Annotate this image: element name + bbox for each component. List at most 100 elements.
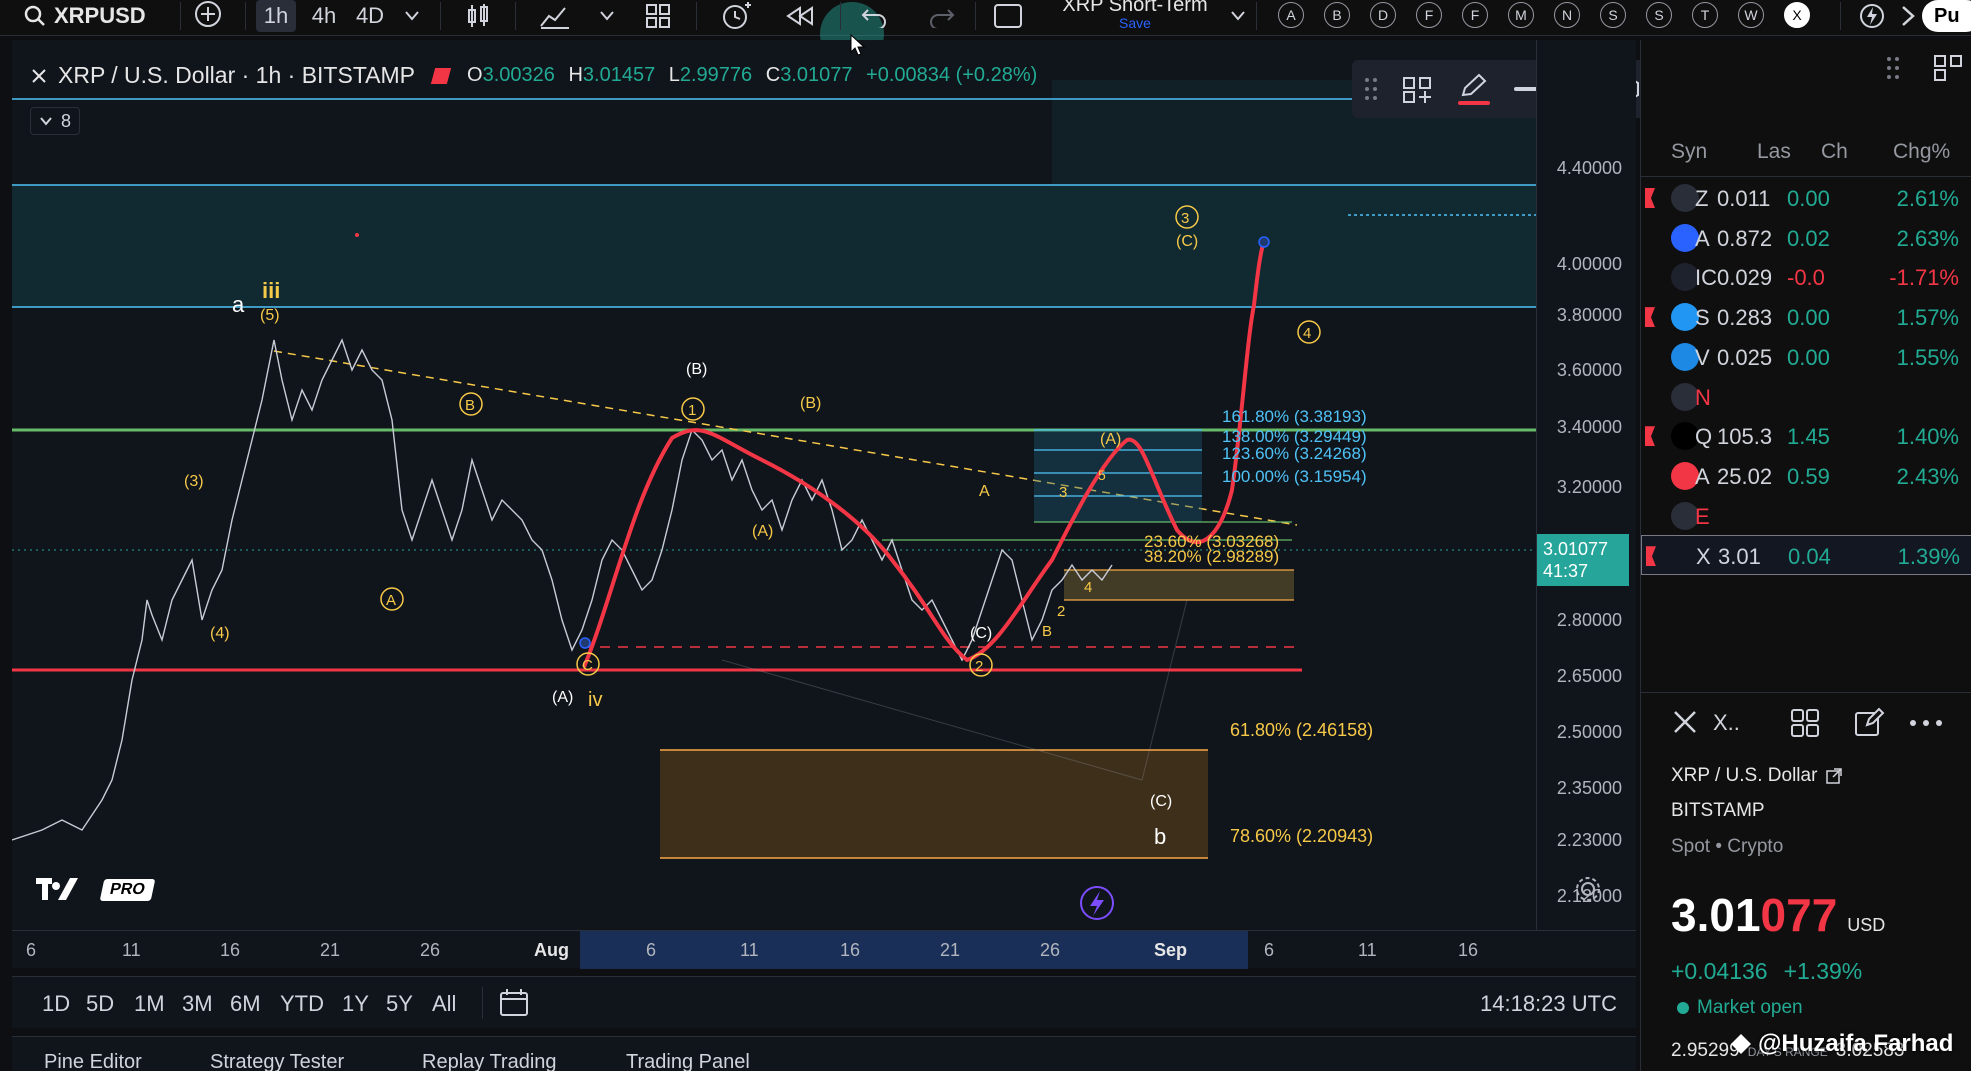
layout-dropdown[interactable] <box>1228 0 1248 32</box>
flag-icon[interactable] <box>1645 307 1655 328</box>
layout-letter-button[interactable]: X <box>1784 2 1810 28</box>
time-axis[interactable] <box>12 930 1636 969</box>
range-5y[interactable]: 5Y <box>386 991 413 1017</box>
indicators-dropdown[interactable] <box>595 0 619 32</box>
layout-letter-button[interactable]: F <box>1416 2 1442 28</box>
go-to-date-icon[interactable] <box>498 987 530 1019</box>
col-last[interactable]: Las <box>1757 140 1791 164</box>
layout-button[interactable] <box>990 0 1026 32</box>
watchlist-ch: -0.0 <box>1787 265 1825 291</box>
alert-button[interactable] <box>716 0 756 32</box>
chart-pane[interactable]: 161.80% (3.38193) 138.00% (3.29449) 123.… <box>12 40 1536 930</box>
pencil-icon <box>1461 73 1487 97</box>
flag-icon[interactable] <box>1645 426 1655 447</box>
mouse-cursor-icon <box>850 34 866 56</box>
watchlist-chg: 1.39% <box>1897 544 1960 570</box>
watchlist-chg: 2.43% <box>1896 463 1959 489</box>
interval-4d[interactable]: 4D <box>350 0 390 32</box>
close-icon[interactable] <box>1671 708 1699 736</box>
layout-letter-button[interactable]: S <box>1600 2 1626 28</box>
range-1y[interactable]: 1Y <box>342 991 369 1017</box>
range-1d[interactable]: 1D <box>42 991 70 1017</box>
layout-letter-button[interactable]: M <box>1508 2 1534 28</box>
interval-dropdown[interactable] <box>398 0 426 32</box>
layout-letter-button[interactable]: D <box>1370 2 1396 28</box>
object-tree-icon[interactable] <box>1933 52 1969 82</box>
details-exchange: BITSTAMP <box>1671 800 1765 821</box>
indicator-count: 8 <box>61 110 72 131</box>
edit-icon[interactable] <box>1853 707 1885 739</box>
line-color-button[interactable] <box>1458 73 1490 105</box>
flag-icon[interactable] <box>1645 188 1655 208</box>
layout-name-button[interactable]: XRP Short-Term Save <box>1045 0 1225 31</box>
interval-1h[interactable]: 1h <box>256 0 296 32</box>
candlestick-icon <box>468 4 488 27</box>
range-6m[interactable]: 6M <box>230 991 261 1017</box>
indicators-button[interactable] <box>535 0 575 32</box>
range-ytd[interactable]: YTD <box>280 991 324 1017</box>
ohlc-values: O3.00326 H3.01457 L2.99776 C3.01077 +0.0… <box>467 64 1038 86</box>
col-symbol[interactable]: Syn <box>1671 140 1707 164</box>
chevron-right-icon <box>1902 6 1915 26</box>
tab-pine-editor[interactable]: Pine Editor <box>44 1051 142 1071</box>
utc-clock[interactable]: 14:18:23 UTC <box>1480 991 1617 1017</box>
layout-letter-button[interactable]: T <box>1692 2 1718 28</box>
watchlist-ch: 0.00 <box>1787 186 1830 211</box>
undo-button[interactable] <box>856 0 892 32</box>
quick-trade-icon[interactable] <box>1080 886 1114 920</box>
replay-button[interactable] <box>780 0 820 32</box>
candles-button[interactable] <box>460 0 496 32</box>
watchlist-row[interactable]: X 3.01 0.04 1.39% <box>1641 535 1971 576</box>
details-symbol: X.. <box>1713 710 1740 735</box>
layout-letter-button[interactable]: S <box>1646 2 1672 28</box>
tab-trading-panel[interactable]: Trading Panel <box>626 1051 750 1071</box>
change-pct: +1.39% <box>1783 958 1863 984</box>
price-axis[interactable]: 4.40000 4.00000 3.80000 3.60000 3.40000 … <box>1536 40 1636 930</box>
layout-letter-button[interactable]: A <box>1278 2 1304 28</box>
svg-text:B: B <box>465 397 475 414</box>
wave-label: (B) <box>686 361 707 378</box>
details-name-row: XRP / U.S. Dollar <box>1671 765 1843 787</box>
layout-letter-button[interactable]: W <box>1738 2 1764 28</box>
more-horizontal-icon[interactable] <box>1909 718 1943 728</box>
col-change-pct[interactable]: Chg% <box>1893 140 1950 164</box>
tab-replay-trading[interactable]: Replay Trading <box>422 1051 557 1071</box>
close-icon[interactable] <box>30 67 48 85</box>
legend-title[interactable]: XRP / U.S. Dollar · 1h · BITSTAMP <box>58 62 415 89</box>
chart-settings-gear-icon[interactable] <box>1573 874 1603 904</box>
range-5d[interactable]: 5D <box>86 991 114 1017</box>
search-icon <box>24 5 45 26</box>
indicators-collapse-button[interactable]: 8 <box>30 107 81 135</box>
chart-canvas[interactable]: 161.80% (3.38193) 138.00% (3.29449) 123.… <box>12 40 1536 930</box>
flag-icon[interactable] <box>430 67 452 84</box>
tab-strategy-tester[interactable]: Strategy Tester <box>210 1051 344 1071</box>
range-3m[interactable]: 3M <box>182 991 213 1017</box>
drag-handle-icon[interactable] <box>1885 54 1907 82</box>
details-change: +0.04136 +1.39% <box>1671 958 1862 985</box>
chart-legend: XRP / U.S. Dollar · 1h · BITSTAMP O3.003… <box>30 62 1037 89</box>
wave-label: (5) <box>260 307 280 324</box>
range-1m[interactable]: 1M <box>134 991 165 1017</box>
external-link-icon[interactable] <box>1825 767 1843 785</box>
object-tree-icon[interactable] <box>1402 74 1434 104</box>
range-all[interactable]: All <box>432 991 456 1017</box>
col-change[interactable]: Ch <box>1821 140 1848 164</box>
symbol-search[interactable]: XRPUSD <box>24 0 146 32</box>
templates-button[interactable] <box>640 0 676 32</box>
interval-4h[interactable]: 4h <box>304 0 344 32</box>
price-tick: 2.23000 <box>1556 830 1622 850</box>
lightning-button[interactable] <box>1854 0 1890 32</box>
flag-icon[interactable] <box>1646 546 1656 567</box>
publish-button[interactable]: Pu <box>1922 0 1971 32</box>
redo-button[interactable] <box>924 0 960 32</box>
panel-toggle-button[interactable] <box>1896 0 1920 32</box>
layout-letter-button[interactable]: F <box>1462 2 1488 28</box>
details-name[interactable]: XRP / U.S. Dollar <box>1671 765 1817 787</box>
chevron-down-icon <box>1231 11 1245 21</box>
layout-letter-button[interactable]: B <box>1324 2 1350 28</box>
add-symbol-button[interactable] <box>190 0 226 37</box>
layout-letter-button[interactable]: N <box>1554 2 1580 28</box>
time-tick: Aug <box>534 940 569 960</box>
drag-handle-icon[interactable] <box>1364 75 1378 103</box>
grid-icon[interactable] <box>1789 707 1821 739</box>
